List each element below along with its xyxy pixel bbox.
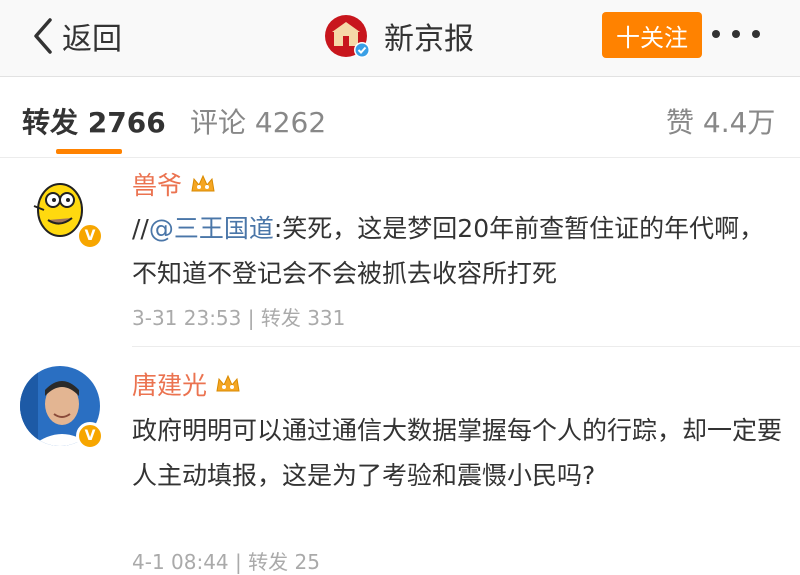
repost-meta: 4-1 08:44 | 转发 25: [132, 550, 320, 574]
avatar[interactable]: V: [20, 366, 104, 450]
repost-item: V 唐建光 政府明明可以通过通信大数据掌握每个人的行踪，却一定要人主动填报，这是…: [0, 358, 800, 574]
username[interactable]: 兽爷: [132, 166, 216, 202]
tab-likes[interactable]: 赞 4.4万: [666, 101, 775, 141]
repost-meta: 3-31 23:53 | 转发 331: [132, 306, 346, 330]
crown-icon: [191, 174, 215, 192]
more-dots-icon[interactable]: [712, 22, 760, 46]
divider: [132, 346, 800, 347]
active-tab-indicator: [56, 149, 122, 154]
back-chevron-icon: [34, 18, 52, 54]
mention-link[interactable]: @三王国道: [149, 214, 274, 243]
username[interactable]: 唐建光: [132, 366, 241, 402]
newspaper-logo: [324, 12, 372, 60]
username-text: 兽爷: [132, 171, 183, 200]
repost-text: //@三王国道:笑死，这是梦回20年前查暂住证的年代啊，不知道不登记会不会被抓去…: [132, 206, 782, 296]
tab-bar: 转发 2766 评论 4262 赞 4.4万: [0, 77, 800, 158]
back-button[interactable]: 返回: [30, 14, 122, 58]
repost-item: V 兽爷 //@三王国道:笑死，这是梦回20年前查暂住证的年代啊，不知道不登记会…: [0, 158, 800, 348]
avatar[interactable]: V: [20, 166, 104, 250]
repost-body: 政府明明可以通过通信大数据掌握每个人的行踪，却一定要人主动填报，这是为了考验和震…: [132, 416, 783, 490]
verified-icon: V: [76, 422, 104, 450]
top-nav-bar: 返回 新京报 十关注: [0, 0, 800, 77]
verified-icon: V: [76, 222, 104, 250]
crown-icon: [216, 374, 240, 392]
account-name: 新京报: [384, 22, 474, 57]
repost-text: 政府明明可以通过通信大数据掌握每个人的行踪，却一定要人主动填报，这是为了考验和震…: [132, 408, 782, 498]
account-title[interactable]: 新京报: [324, 10, 474, 62]
follow-button[interactable]: 十关注: [602, 12, 702, 58]
repost-prefix: //: [132, 214, 149, 243]
tab-comments[interactable]: 评论 4262: [190, 101, 326, 141]
back-label: 返回: [62, 22, 122, 57]
username-text: 唐建光: [132, 371, 208, 400]
tab-reposts[interactable]: 转发 2766: [22, 101, 166, 141]
